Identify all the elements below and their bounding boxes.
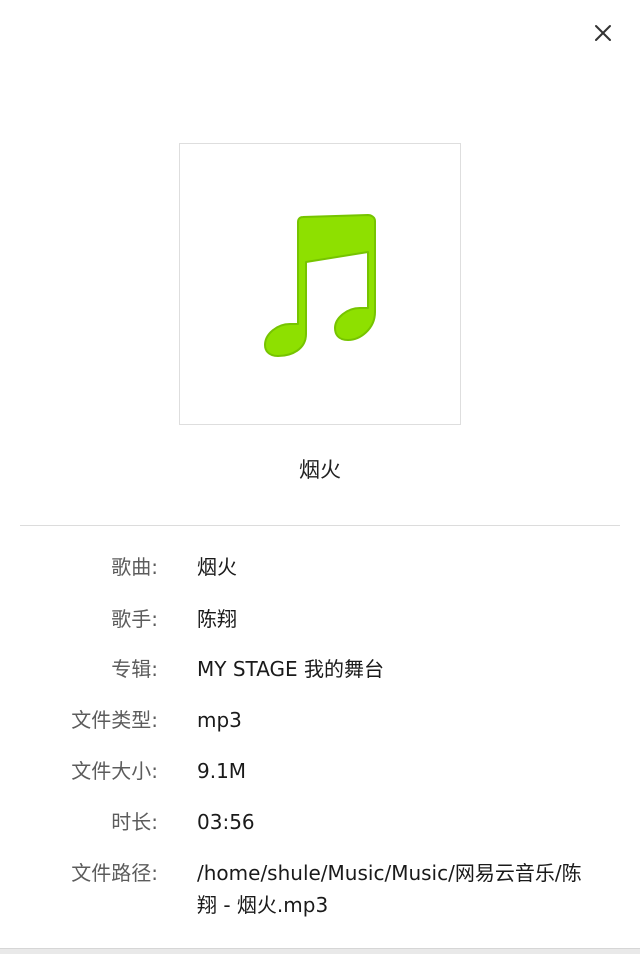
info-label-file-type: 文件类型: bbox=[71, 708, 158, 732]
info-label-duration: 时长: bbox=[111, 810, 158, 834]
close-button[interactable] bbox=[588, 18, 618, 48]
info-label-file-size: 文件大小: bbox=[71, 759, 158, 783]
info-label-song: 歌曲: bbox=[111, 555, 158, 579]
music-note-icon bbox=[264, 214, 376, 357]
song-title: 烟火 bbox=[299, 458, 341, 482]
divider bbox=[20, 525, 620, 526]
song-info-dialog: 烟火 歌曲: 烟火 歌手: 陈翔 专辑: MY STAGE 我的舞台 文件类型:… bbox=[0, 0, 640, 949]
info-value-file-type: mp3 bbox=[197, 708, 242, 732]
info-value-artist: 陈翔 bbox=[197, 607, 237, 631]
info-label-artist: 歌手: bbox=[111, 607, 158, 631]
info-value-song: 烟火 bbox=[197, 555, 237, 579]
info-value-file-size: 9.1M bbox=[197, 759, 247, 783]
info-label-file-path: 文件路径: bbox=[71, 861, 158, 885]
info-value-duration: 03:56 bbox=[197, 810, 255, 834]
info-value-file-path[interactable]: /home/shule/Music/Music/网易云音乐/陈翔 - 烟火.mp… bbox=[197, 857, 597, 921]
close-icon bbox=[595, 25, 611, 41]
info-value-album: MY STAGE 我的舞台 bbox=[197, 657, 385, 681]
info-label-album: 专辑: bbox=[111, 657, 158, 681]
album-cover bbox=[179, 143, 461, 425]
